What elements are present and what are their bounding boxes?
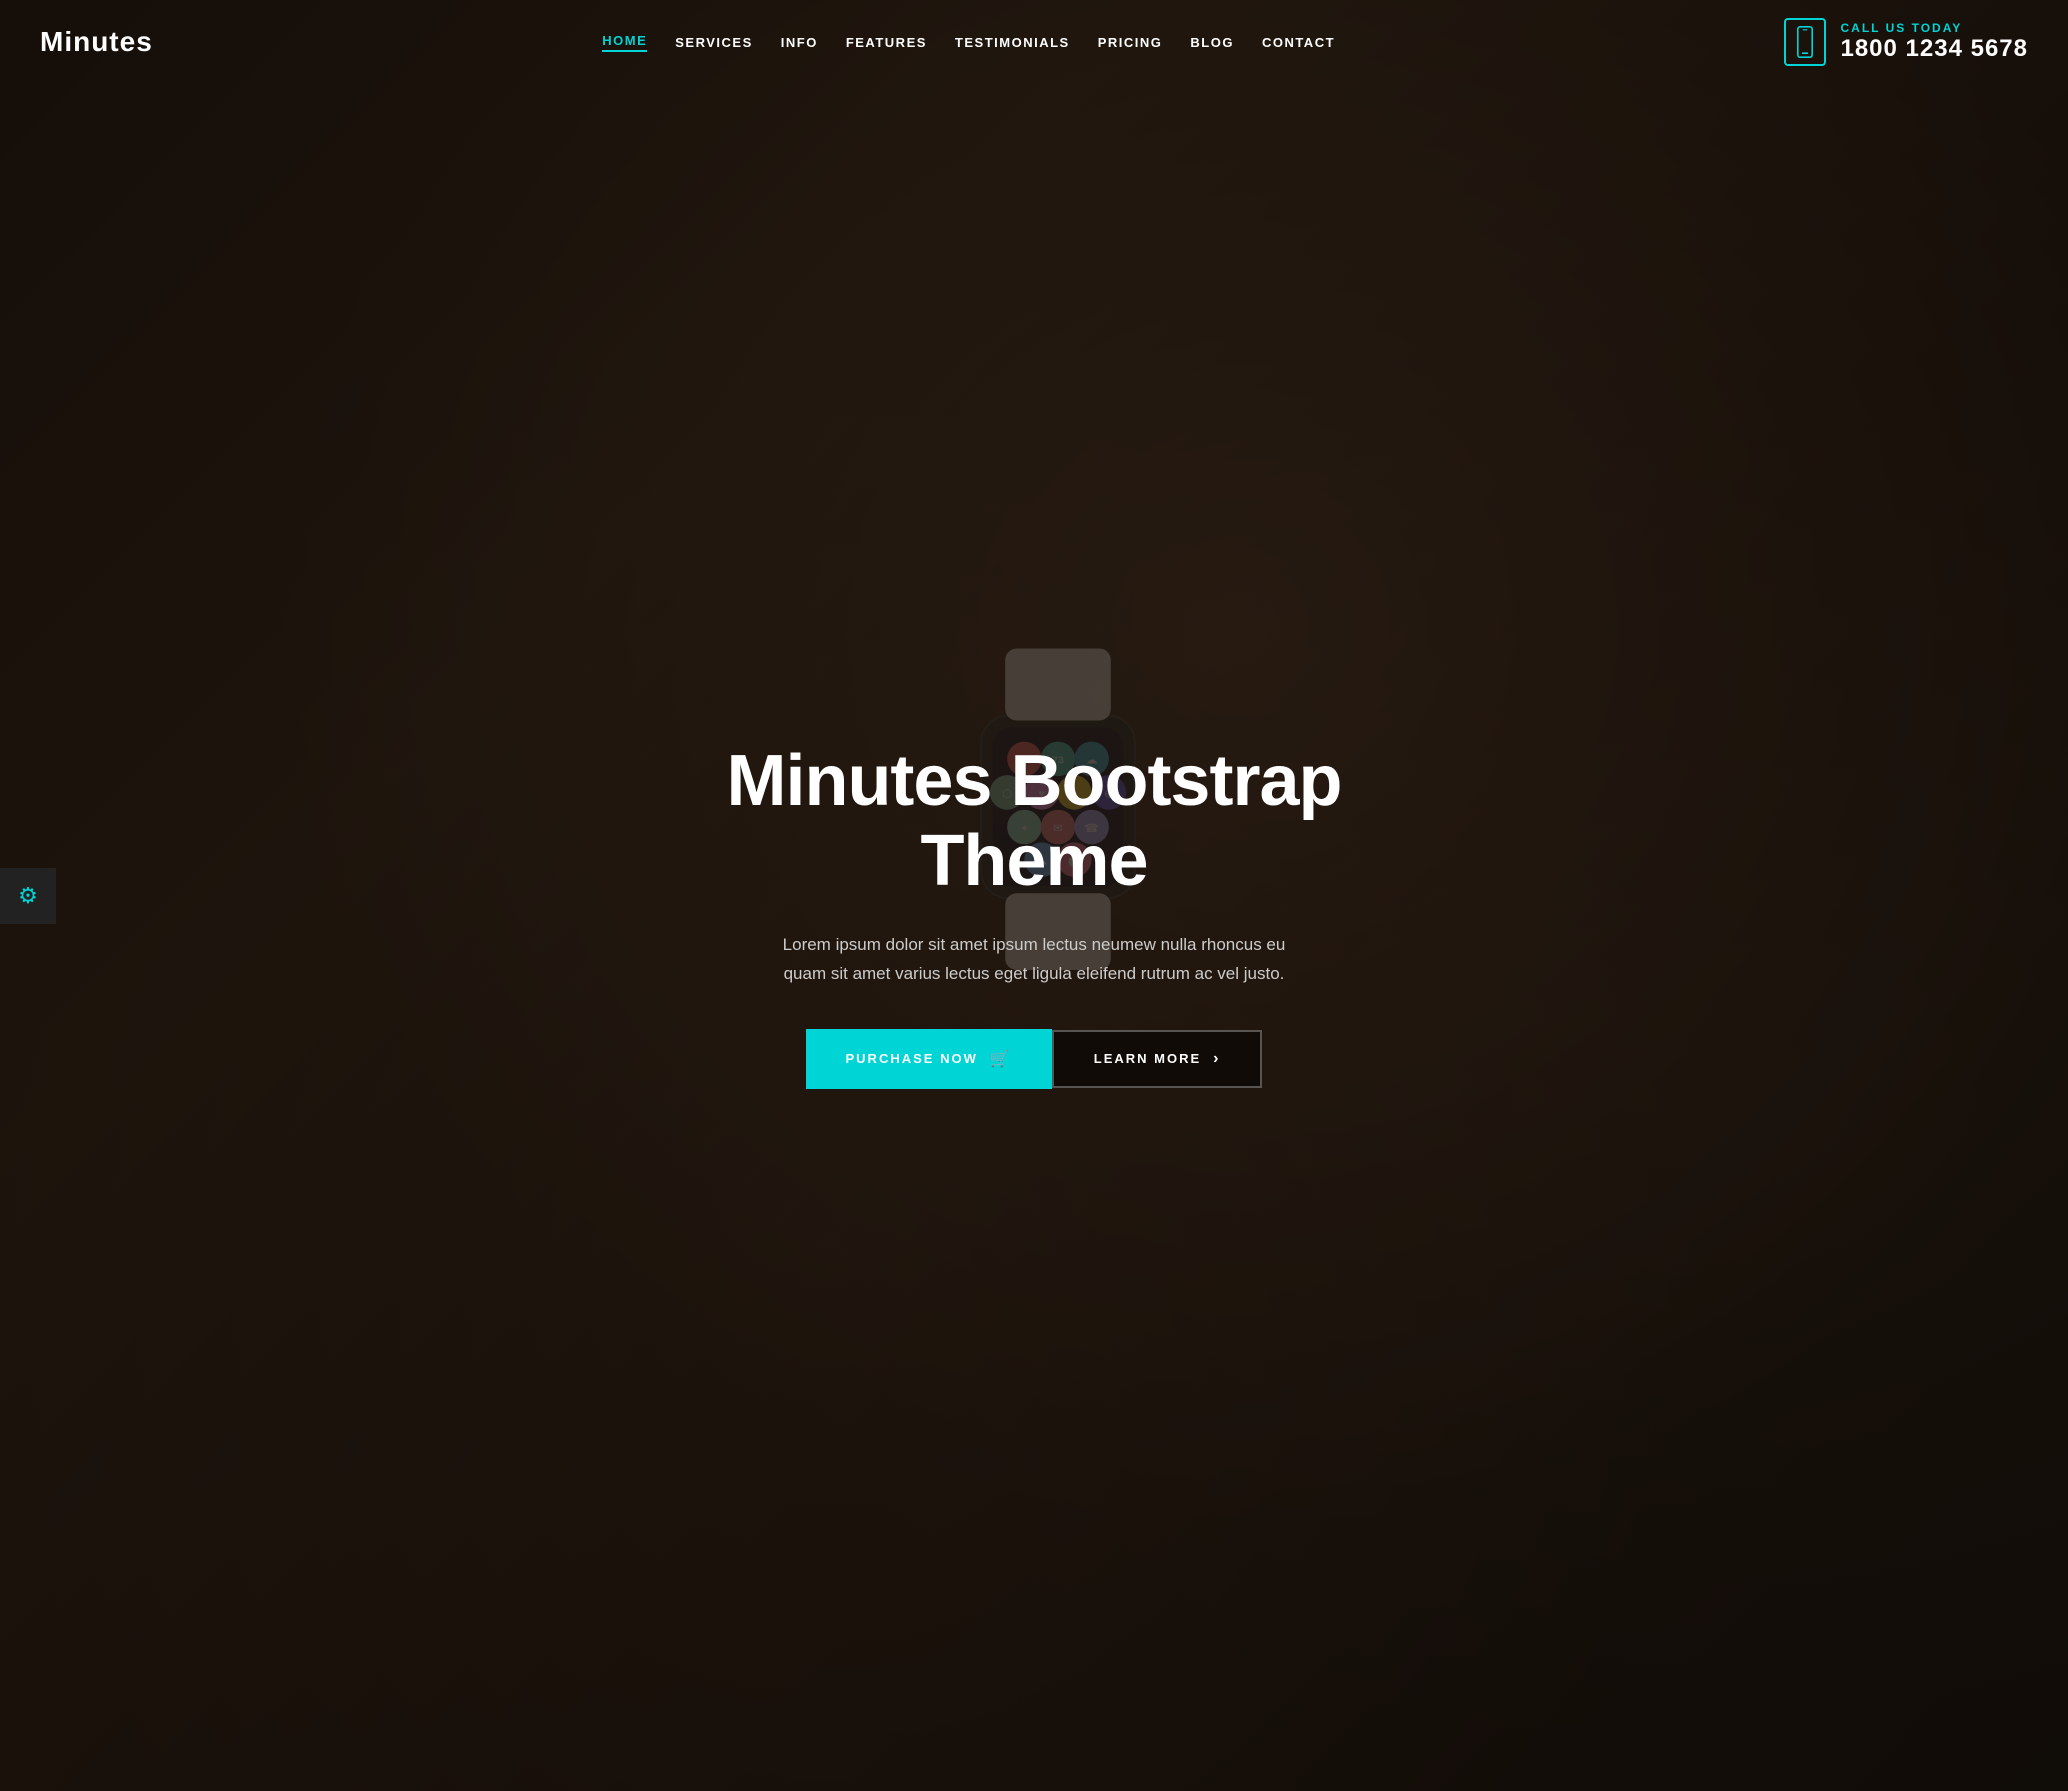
learn-more-button[interactable]: LEARN MORE › [1052, 1030, 1263, 1088]
nav-item-services[interactable]: SERVICES [675, 35, 753, 50]
contact-info: CALL US TODAY 1800 1234 5678 [1840, 21, 2028, 63]
nav-item-contact[interactable]: CONTACT [1262, 35, 1335, 50]
purchase-now-button[interactable]: PURCHASE NOW 🛒 [806, 1029, 1052, 1089]
learn-label: LEARN MORE [1094, 1051, 1201, 1066]
call-us-label: CALL US TODAY [1840, 21, 2028, 35]
hero-buttons: PURCHASE NOW 🛒 LEARN MORE › [654, 1029, 1414, 1089]
nav-item-blog[interactable]: BLOG [1190, 35, 1234, 50]
nav-item-testimonials[interactable]: TESTIMONIALS [955, 35, 1070, 50]
site-logo[interactable]: Minutes [40, 26, 153, 58]
settings-button[interactable]: ⚙ [0, 868, 56, 924]
hero-section: ♪ 73 ☁ ⬡ ♥ ✦ ⊕ ✦ ✉ ☎ ☁ ⬤ Minute [0, 0, 2068, 1791]
gear-icon: ⚙ [18, 883, 38, 909]
cart-icon: 🛒 [990, 1049, 1012, 1069]
hero-title: Minutes Bootstrap Theme [654, 742, 1414, 900]
hero-description: Lorem ipsum dolor sit amet ipsum lectus … [774, 931, 1294, 989]
chevron-right-icon: › [1213, 1050, 1220, 1068]
phone-number[interactable]: 1800 1234 5678 [1840, 35, 2028, 63]
header-contact: CALL US TODAY 1800 1234 5678 [1784, 18, 2028, 66]
purchase-label: PURCHASE NOW [846, 1051, 978, 1066]
phone-icon [1784, 18, 1826, 66]
hero-content: Minutes Bootstrap Theme Lorem ipsum dolo… [634, 742, 1434, 1088]
site-header: Minutes HOME SERVICES INFO FEATURES TEST… [0, 0, 2068, 84]
nav-item-info[interactable]: INFO [781, 35, 818, 50]
nav-item-pricing[interactable]: PRICING [1098, 35, 1163, 50]
main-nav: HOME SERVICES INFO FEATURES TESTIMONIALS… [602, 33, 1335, 52]
nav-item-features[interactable]: FEATURES [846, 35, 927, 50]
nav-item-home[interactable]: HOME [602, 33, 647, 52]
